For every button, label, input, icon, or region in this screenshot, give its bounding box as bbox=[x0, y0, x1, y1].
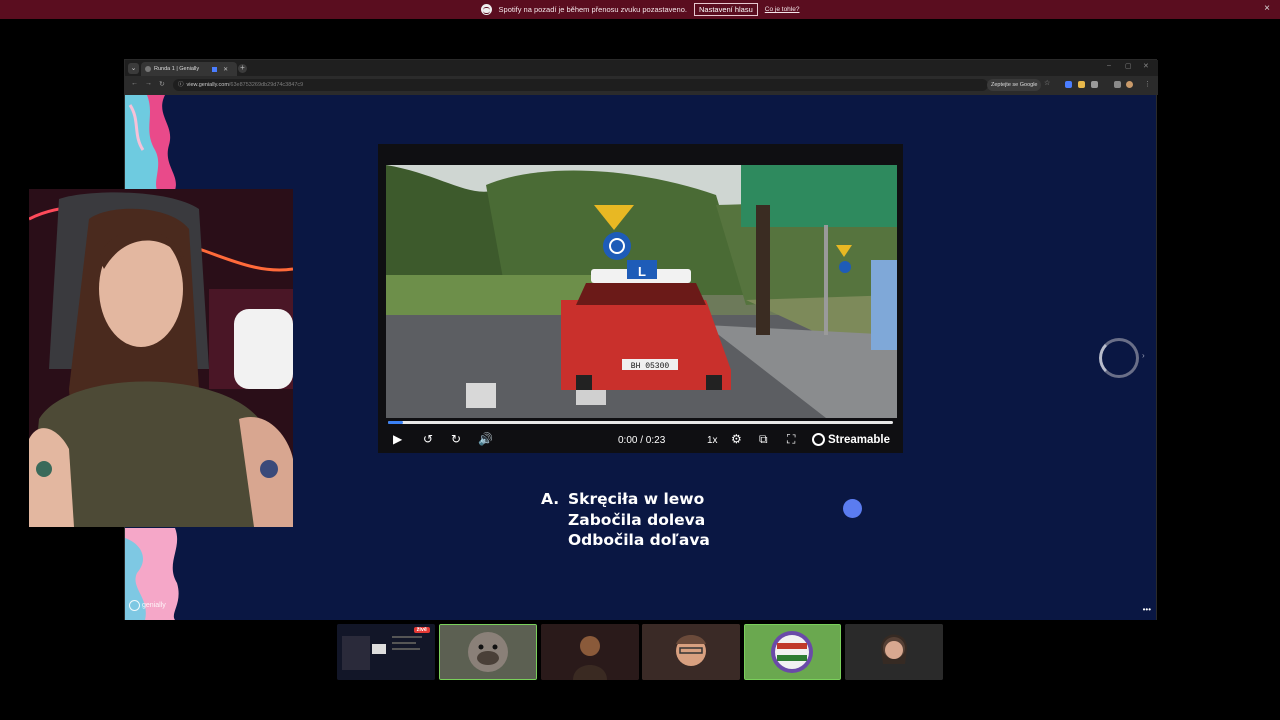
streamable-logo-icon bbox=[812, 433, 825, 446]
genially-logo-label: genially bbox=[142, 602, 166, 609]
participant-tile[interactable] bbox=[744, 624, 841, 680]
new-tab-icon[interactable]: + bbox=[238, 64, 247, 73]
spotify-icon bbox=[480, 4, 492, 15]
streamable-logo[interactable]: Streamable bbox=[812, 433, 890, 446]
genially-favicon-icon bbox=[145, 66, 151, 72]
video-player[interactable]: L BH 05300 ▶ ↺ ↻ 🔊 0:00 / 0:23 1x ⚙ ⧉ ⛶ bbox=[378, 144, 903, 453]
extension-icon[interactable] bbox=[1078, 81, 1085, 88]
participant-avatar bbox=[541, 624, 639, 680]
genially-logo: genially bbox=[129, 600, 166, 611]
decorative-shape bbox=[125, 95, 176, 190]
fullscreen-icon[interactable]: ⛶ bbox=[787, 432, 795, 447]
media-icon[interactable] bbox=[1114, 81, 1121, 88]
interactive-dot[interactable] bbox=[843, 499, 862, 518]
progress-fill bbox=[388, 421, 404, 424]
extensions-puzzle-icon[interactable] bbox=[1091, 81, 1098, 88]
close-tab-icon[interactable]: ✕ bbox=[223, 66, 228, 73]
picture-in-picture-icon[interactable]: ⧉ bbox=[759, 432, 768, 447]
answer-line-slovak: Odbočila doľava bbox=[568, 531, 710, 549]
video-controls: ▶ ↺ ↻ 🔊 0:00 / 0:23 1x ⚙ ⧉ ⛶ Streamable bbox=[378, 418, 903, 453]
answer-line-polish: Skręciła w lewo bbox=[568, 490, 705, 508]
volume-icon[interactable]: 🔊 bbox=[478, 432, 493, 446]
notification-bar: Spotify na pozadí je během přenosu zvuku… bbox=[0, 0, 1280, 19]
tab-title: Runda 1 | Genially bbox=[154, 66, 200, 72]
progress-bar[interactable] bbox=[388, 421, 893, 424]
participant-tile[interactable] bbox=[642, 624, 740, 680]
participant-avatar bbox=[845, 624, 943, 680]
fast-forward-icon[interactable]: ↻ bbox=[451, 432, 461, 446]
participant-avatar bbox=[642, 624, 740, 680]
url-host: view.genially.com bbox=[186, 82, 229, 88]
voice-settings-button[interactable]: Nastavení hlasu bbox=[693, 3, 758, 16]
address-bar[interactable]: ⓘ view.genially.com/63e8753269db29d74c38… bbox=[173, 79, 988, 91]
answer-letter: A. bbox=[541, 490, 560, 508]
back-icon[interactable]: ← bbox=[131, 80, 138, 87]
tab-bar: ⌄ Runda 1 | Genially ✕ + – ▢ ✕ bbox=[125, 60, 1158, 76]
live-badge: živě bbox=[413, 627, 430, 633]
close-notification-icon[interactable]: × bbox=[1264, 3, 1270, 14]
video-still: L BH 05300 bbox=[386, 165, 897, 418]
loading-spinner bbox=[1099, 338, 1139, 378]
tab-menu-icon[interactable]: ⌄ bbox=[128, 63, 139, 74]
sharing-indicator-icon bbox=[212, 66, 218, 72]
ask-google-button[interactable]: Zeptejte se Google bbox=[987, 79, 1042, 91]
streamer-photo bbox=[29, 189, 293, 527]
participant-avatar bbox=[440, 625, 536, 679]
browser-menu-icon[interactable]: ⋮ bbox=[1144, 80, 1151, 88]
next-slide-arrow-icon[interactable]: › bbox=[1142, 351, 1145, 360]
svg-text:L: L bbox=[638, 264, 646, 279]
video-frame[interactable]: L BH 05300 bbox=[386, 165, 897, 418]
webcam-feed bbox=[29, 189, 293, 527]
genially-logo-icon bbox=[129, 600, 140, 611]
participant-tile[interactable] bbox=[845, 624, 943, 680]
participant-tile[interactable] bbox=[439, 624, 537, 680]
streamable-label: Streamable bbox=[828, 433, 891, 446]
license-plate: BH 05300 bbox=[631, 362, 670, 371]
rewind-icon[interactable]: ↺ bbox=[423, 432, 433, 446]
profile-avatar[interactable] bbox=[1126, 81, 1133, 88]
participant-tile[interactable] bbox=[541, 624, 639, 680]
playback-speed-button[interactable]: 1x bbox=[707, 435, 718, 446]
reload-icon[interactable]: ↻ bbox=[159, 80, 165, 88]
site-info-icon[interactable]: ⓘ bbox=[178, 79, 184, 91]
nav-bar: ← → ↻ ⓘ view.genially.com/63e8753269db29… bbox=[125, 76, 1158, 95]
more-options-icon[interactable]: ••• bbox=[1143, 605, 1151, 614]
browser-tab[interactable]: Runda 1 | Genially ✕ bbox=[141, 62, 237, 76]
participant-tile-screenshare[interactable]: živě bbox=[337, 624, 435, 680]
what-is-this-link[interactable]: Co je tohle? bbox=[765, 6, 800, 13]
play-icon[interactable]: ▶ bbox=[393, 432, 402, 446]
bookmark-star-icon[interactable]: ☆ bbox=[1044, 79, 1050, 87]
notification-message: Spotify na pozadí je během přenosu zvuku… bbox=[498, 5, 687, 14]
settings-gear-icon[interactable]: ⚙ bbox=[731, 432, 742, 446]
close-window-icon[interactable]: ✕ bbox=[1143, 62, 1149, 70]
participant-avatar bbox=[745, 625, 840, 679]
url-path: /63e8753269db29d74c3847c9 bbox=[228, 82, 304, 88]
minimize-icon[interactable]: – bbox=[1107, 62, 1111, 69]
answer-line-czech: Zabočila doleva bbox=[568, 510, 706, 529]
maximize-icon[interactable]: ▢ bbox=[1125, 62, 1132, 70]
extension-icon[interactable] bbox=[1065, 81, 1072, 88]
forward-icon[interactable]: → bbox=[145, 80, 152, 87]
time-display: 0:00 / 0:23 bbox=[618, 435, 666, 446]
